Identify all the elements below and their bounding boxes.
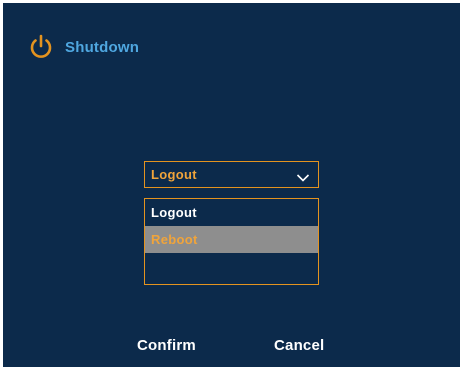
option-reboot[interactable]: Reboot [145,226,318,253]
confirm-button[interactable]: Confirm [137,337,196,354]
shutdown-mode-select[interactable]: Logout [144,161,319,188]
chevron-down-icon[interactable] [296,170,310,182]
option-logout[interactable]: Logout [145,199,318,226]
dialog-header: Shutdown [27,33,139,61]
dialog-title: Shutdown [65,38,140,56]
power-icon [27,33,55,61]
shutdown-dialog: Shutdown Logout Logout Reboot Confirm Ca… [3,3,460,367]
select-value: Logout [151,167,197,182]
select-dropdown-list: Logout Reboot [144,198,319,285]
cancel-button[interactable]: Cancel [274,337,324,354]
